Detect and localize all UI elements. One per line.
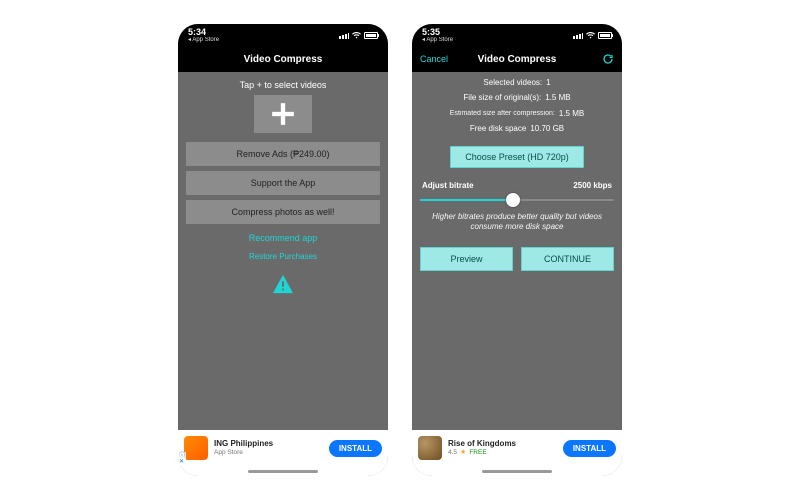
support-app-button[interactable]: Support the App — [186, 171, 380, 195]
slider-knob[interactable] — [506, 193, 520, 207]
nav-title: Video Compress — [244, 54, 323, 65]
remove-ads-button[interactable]: Remove Ads (₱249.00) — [186, 142, 380, 166]
ad-app-icon — [184, 436, 208, 460]
wifi-icon — [586, 32, 595, 39]
estimated-size-label: Estimated size after compression: — [450, 109, 555, 119]
home-indicator[interactable] — [482, 470, 552, 473]
original-size-row: File size of original(s): 1.5 MB — [463, 93, 570, 103]
ad-title: ING Philippines — [214, 440, 323, 449]
restore-purchases-link[interactable]: Restore Purchases — [249, 252, 317, 261]
add-videos-button[interactable] — [254, 95, 312, 133]
free-space-row: Free disk space 10.70 GB — [470, 124, 564, 134]
ad-price: FREE — [469, 449, 486, 456]
selected-videos-label: Selected videos: — [483, 78, 542, 88]
status-back-to-app[interactable]: ◂ App Store — [188, 37, 219, 43]
bitrate-slider[interactable] — [420, 192, 614, 208]
star-icon: ★ — [460, 449, 466, 457]
bitrate-label: Adjust bitrate — [422, 181, 474, 190]
warning-icon[interactable] — [272, 274, 294, 294]
status-bar: 5:35 ◂ App Store — [412, 24, 622, 46]
continue-button[interactable]: CONTINUE — [521, 247, 614, 271]
ad-banner[interactable]: ⓘ✕ ING Philippines App Store INSTALL — [178, 430, 388, 466]
battery-icon — [364, 32, 378, 39]
preview-button[interactable]: Preview — [420, 247, 513, 271]
phone-screenshot-left: 5:34 ◂ App Store Video Compress Tap + to… — [178, 24, 388, 476]
ad-badge-icon: ⓘ✕ — [178, 452, 186, 466]
ad-rating: 4.5 — [448, 449, 457, 456]
status-indicators — [573, 32, 612, 39]
wifi-icon — [352, 32, 361, 39]
home-indicator-area — [412, 466, 622, 476]
home-indicator[interactable] — [248, 470, 318, 473]
status-time: 5:35 — [422, 28, 453, 37]
recommend-app-link[interactable]: Recommend app — [249, 233, 318, 243]
status-bar: 5:34 ◂ App Store — [178, 24, 388, 46]
free-space-label: Free disk space — [470, 124, 526, 134]
compress-photos-button[interactable]: Compress photos as well! — [186, 200, 380, 224]
status-back-to-app[interactable]: ◂ App Store — [422, 37, 453, 43]
estimated-size-value: 1.5 MB — [559, 109, 584, 119]
signal-icon — [573, 32, 583, 39]
select-videos-hint: Tap + to select videos — [240, 80, 327, 90]
nav-title: Video Compress — [478, 54, 557, 65]
original-size-value: 1.5 MB — [545, 93, 570, 103]
home-indicator-area — [178, 466, 388, 476]
estimated-size-row: Estimated size after compression: 1.5 MB — [450, 109, 584, 119]
choose-preset-button[interactable]: Choose Preset (HD 720p) — [450, 146, 584, 168]
nav-bar: Cancel Video Compress — [412, 46, 622, 72]
selected-videos-value: 1 — [546, 78, 550, 88]
ad-install-button[interactable]: INSTALL — [329, 440, 382, 457]
ad-subtitle: App Store — [214, 449, 323, 456]
main-screen: Tap + to select videos Remove Ads (₱249.… — [178, 72, 388, 430]
bitrate-value: 2500 kbps — [573, 181, 612, 190]
plus-icon — [270, 101, 296, 127]
bitrate-hint: Higher bitrates produce better quality b… — [420, 212, 614, 232]
cancel-button[interactable]: Cancel — [420, 46, 448, 72]
original-size-label: File size of original(s): — [463, 93, 541, 103]
refresh-icon — [602, 53, 614, 65]
ad-app-icon — [418, 436, 442, 460]
selected-videos-row: Selected videos: 1 — [483, 78, 550, 88]
free-space-value: 10.70 GB — [530, 124, 564, 134]
signal-icon — [339, 32, 349, 39]
refresh-button[interactable] — [602, 46, 614, 72]
main-screen: Selected videos: 1 File size of original… — [412, 72, 622, 430]
battery-icon — [598, 32, 612, 39]
ad-title: Rise of Kingdoms — [448, 440, 557, 449]
ad-banner[interactable]: Rise of Kingdoms 4.5 ★ FREE INSTALL — [412, 430, 622, 466]
status-indicators — [339, 32, 378, 39]
status-time: 5:34 — [188, 28, 219, 37]
phone-screenshot-right: 5:35 ◂ App Store Cancel Video Compress S… — [412, 24, 622, 476]
nav-bar: Video Compress — [178, 46, 388, 72]
ad-install-button[interactable]: INSTALL — [563, 440, 616, 457]
